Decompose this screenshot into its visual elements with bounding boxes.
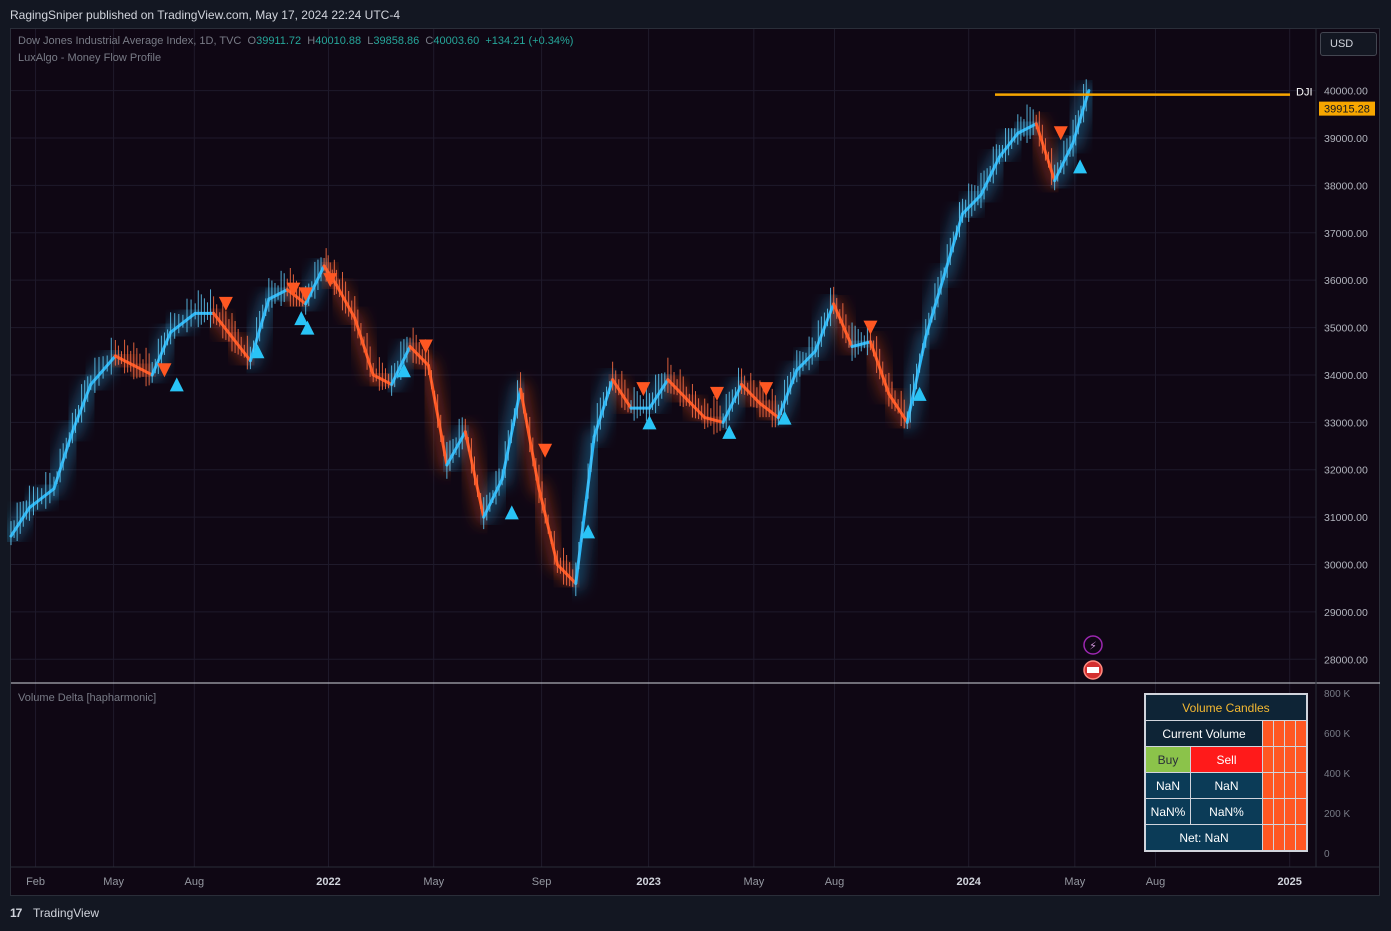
volume-tick-label: 200 K [1324,809,1350,820]
price-tag-value: 39915.28 [1324,104,1370,116]
open-label: O [247,35,257,47]
sell-value: NaN [1190,772,1263,799]
x-tick-label: 2023 [636,876,660,888]
ohlc-legend: Dow Jones Industrial Average Index, 1D, … [18,35,573,47]
volume-tick-label: 600 K [1324,729,1350,740]
sell-label: Sell [1190,746,1263,773]
y-tick-label: 31000.00 [1324,512,1368,524]
volume-tick-label: 0 [1324,849,1330,860]
currency-button[interactable]: USD [1320,32,1377,56]
x-tick-label: Sep [532,876,552,888]
x-tick-label: Aug [825,876,845,888]
close-value: 40003.60 [433,35,480,47]
volume-bar-cell [1262,824,1274,852]
volume-tick-label: 800 K [1324,689,1350,700]
volume-bar-cell [1284,772,1296,799]
volume-bar-cell [1284,720,1296,747]
volume-bar-cell [1262,798,1274,825]
x-tick-label: Aug [1146,876,1166,888]
volume-indicator-legend[interactable]: Volume Delta [hapharmonic] [18,692,156,704]
volume-table-title: Volume Candles [1144,693,1308,721]
buy-label: Buy [1144,746,1191,773]
volume-bar-cell [1295,720,1308,747]
buy-signal-marker [294,311,309,326]
volume-bar-cell [1273,824,1285,852]
sell-signal-marker [709,386,724,401]
symbol-title: Dow Jones Industrial Average Index, 1D, … [18,35,242,47]
volume-bar-cell [1284,746,1296,773]
x-tick-label: 2024 [956,876,981,888]
volume-bar-cell [1273,798,1285,825]
y-tick-label: 32000.00 [1324,465,1368,477]
sell-percent: NaN% [1190,798,1263,825]
volume-bar-cell [1273,746,1285,773]
y-tick-label: 40000.00 [1324,86,1368,98]
volume-tick-label: 400 K [1324,769,1350,780]
volume-bar-cell [1262,746,1274,773]
net-value: Net: NaN [1144,824,1263,852]
current-volume-label: Current Volume [1144,720,1263,747]
volume-bar-cell [1262,772,1274,799]
volume-candles-table: Volume Candles Current Volume Buy Sell N… [1144,693,1308,852]
sell-signal-marker [218,296,233,311]
volume-bar-cell [1295,772,1308,799]
y-tick-label: 39000.00 [1324,133,1368,145]
volume-bar-cell [1273,720,1285,747]
lightning-icon: ⚡ [1089,640,1097,653]
x-tick-label: May [423,876,444,888]
x-tick-label: Feb [26,876,45,888]
y-tick-label: 34000.00 [1324,370,1368,382]
volume-bar-cell [1262,720,1274,747]
x-tick-label: May [1064,876,1085,888]
y-tick-label: 29000.00 [1324,607,1368,619]
y-tick-label: 38000.00 [1324,180,1368,192]
volume-bar-cell [1284,824,1296,852]
x-tick-label: Aug [185,876,205,888]
symbol-tag: DJI [1296,87,1313,99]
open-value: 39911.72 [256,35,302,47]
volume-bar-cell [1295,798,1308,825]
x-tick-label: 2022 [316,876,340,888]
x-tick-label: 2025 [1277,876,1301,888]
buy-percent: NaN% [1144,798,1191,825]
buy-signal-marker [169,377,184,392]
buy-signal-marker [504,505,519,520]
y-tick-label: 37000.00 [1324,228,1368,240]
volume-bar-cell [1295,824,1308,852]
buy-value: NaN [1144,772,1191,799]
volume-bar-cell [1273,772,1285,799]
high-value: 40010.88 [315,35,362,47]
volume-bar-cell [1284,798,1296,825]
y-tick-label: 28000.00 [1324,654,1368,666]
y-tick-label: 33000.00 [1324,417,1368,429]
y-tick-label: 36000.00 [1324,275,1368,287]
y-tick-label: 30000.00 [1324,560,1368,572]
x-tick-label: May [103,876,124,888]
low-value: 39858.86 [373,35,420,47]
tradingview-brand[interactable]: TradingView [33,906,99,920]
tradingview-logo-icon[interactable]: 17 [10,906,22,920]
x-tick-label: May [743,876,764,888]
indicator-legend[interactable]: LuxAlgo - Money Flow Profile [18,52,161,64]
volume-bar-cell [1295,746,1308,773]
us-flag-icon [1087,667,1099,673]
y-tick-label: 35000.00 [1324,323,1368,335]
change-value: +134.21 (+0.34%) [485,35,574,47]
footer: 17 TradingView [0,897,1391,931]
